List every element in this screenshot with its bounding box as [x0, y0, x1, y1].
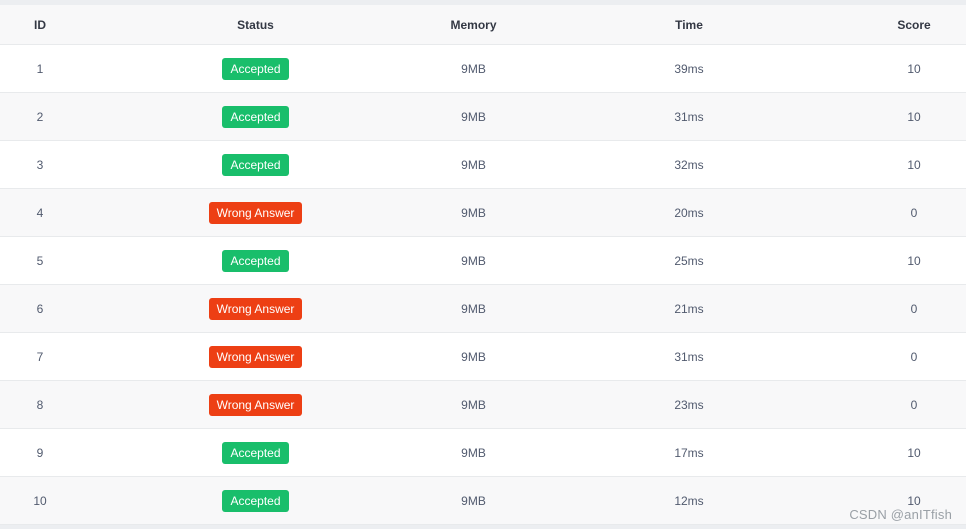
status-badge: Wrong Answer: [208, 345, 303, 368]
table-row: 7 Wrong Answer 9MB 31ms 0: [0, 333, 966, 381]
status-badge: Accepted: [222, 153, 289, 176]
table-row: 5 Accepted 9MB 25ms 10: [0, 237, 966, 285]
header-id: ID: [34, 17, 46, 32]
cell-id: 7: [36, 349, 44, 364]
cell-time: 21ms: [674, 301, 704, 316]
status-badge: Accepted: [222, 249, 289, 272]
cell-status: Wrong Answer: [80, 333, 431, 380]
cell-score: 10: [907, 109, 921, 124]
table-row: 3 Accepted 9MB 32ms 10: [0, 141, 966, 189]
cell-status: Accepted: [80, 45, 431, 92]
table-header-row: ID Status Memory Time Score: [0, 5, 966, 45]
table-row: 9 Accepted 9MB 17ms 10: [0, 429, 966, 477]
cell-memory: 9MB: [461, 445, 486, 460]
cell-score: 0: [910, 205, 918, 220]
cell-id: 9: [36, 445, 44, 460]
cell-memory: 9MB: [461, 109, 486, 124]
cell-score: 10: [907, 445, 921, 460]
cell-id: 8: [36, 397, 44, 412]
cell-memory: 9MB: [461, 61, 486, 76]
cell-time: 31ms: [674, 109, 704, 124]
cell-score: 10: [907, 157, 921, 172]
cell-id: 6: [36, 301, 44, 316]
cell-memory: 9MB: [461, 397, 486, 412]
cell-status: Accepted: [80, 429, 431, 476]
cell-id: 1: [36, 61, 44, 76]
status-badge: Wrong Answer: [208, 393, 303, 416]
cell-time: 12ms: [674, 493, 704, 508]
status-badge: Wrong Answer: [208, 297, 303, 320]
table-row: 2 Accepted 9MB 31ms 10: [0, 93, 966, 141]
cell-id: 5: [36, 253, 44, 268]
cell-id: 3: [36, 157, 44, 172]
table-row: 4 Wrong Answer 9MB 20ms 0: [0, 189, 966, 237]
cell-id: 4: [36, 205, 44, 220]
table-row: 6 Wrong Answer 9MB 21ms 0: [0, 285, 966, 333]
cell-memory: 9MB: [461, 205, 486, 220]
table-row: 8 Wrong Answer 9MB 23ms 0: [0, 381, 966, 429]
bottom-strip: [0, 525, 966, 529]
cell-status: Wrong Answer: [80, 285, 431, 332]
table-row: 1 Accepted 9MB 39ms 10: [0, 45, 966, 93]
cell-score: 10: [907, 61, 921, 76]
cell-status: Accepted: [80, 237, 431, 284]
cell-status: Wrong Answer: [80, 189, 431, 236]
cell-status: Wrong Answer: [80, 381, 431, 428]
cell-memory: 9MB: [461, 253, 486, 268]
cell-memory: 9MB: [461, 493, 486, 508]
cell-time: 17ms: [674, 445, 704, 460]
cell-status: Accepted: [80, 477, 431, 524]
cell-memory: 9MB: [461, 301, 486, 316]
status-badge: Accepted: [222, 441, 289, 464]
page: ID Status Memory Time Score 1 Accepted 9…: [0, 0, 966, 529]
cell-time: 31ms: [674, 349, 704, 364]
status-badge: Wrong Answer: [208, 201, 303, 224]
header-time: Time: [675, 17, 703, 32]
cell-time: 39ms: [674, 61, 704, 76]
cell-time: 20ms: [674, 205, 704, 220]
cell-memory: 9MB: [461, 157, 486, 172]
status-badge: Accepted: [222, 489, 289, 512]
cell-status: Accepted: [80, 141, 431, 188]
status-badge: Accepted: [222, 57, 289, 80]
cell-time: 32ms: [674, 157, 704, 172]
cell-score: 0: [910, 397, 918, 412]
cell-score: 10: [907, 253, 921, 268]
cell-id: 10: [33, 493, 47, 508]
results-table: ID Status Memory Time Score 1 Accepted 9…: [0, 5, 966, 525]
cell-score: 10: [907, 493, 921, 508]
table-row: 10 Accepted 9MB 12ms 10: [0, 477, 966, 525]
cell-time: 23ms: [674, 397, 704, 412]
cell-score: 0: [910, 301, 918, 316]
header-memory: Memory: [450, 17, 497, 32]
cell-status: Accepted: [80, 93, 431, 140]
cell-memory: 9MB: [461, 349, 486, 364]
header-status: Status: [237, 17, 274, 32]
cell-time: 25ms: [674, 253, 704, 268]
status-badge: Accepted: [222, 105, 289, 128]
header-score: Score: [897, 17, 931, 32]
cell-id: 2: [36, 109, 44, 124]
cell-score: 0: [910, 349, 918, 364]
